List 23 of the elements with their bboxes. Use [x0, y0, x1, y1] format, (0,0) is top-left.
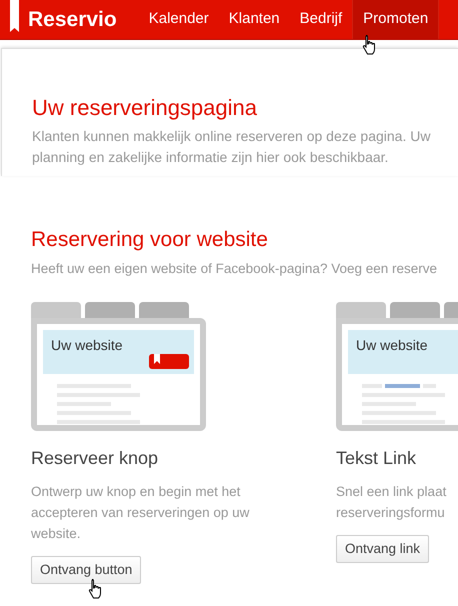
hand-cursor-icon [88, 578, 104, 600]
get-code-button[interactable]: Ontvang button [31, 556, 142, 584]
card-description: accepteren van reserveringen op uw [31, 504, 250, 522]
bookmark-logo-icon [10, 0, 19, 32]
card-description: Ontwerp uw knop en begin met het [31, 483, 242, 502]
nav-tab[interactable]: Bedrijf [290, 0, 352, 39]
page-title: Uw reserveringspagina [32, 94, 258, 122]
card-description: Snel een link plaat [336, 483, 446, 502]
card-title: Tekst Link [336, 447, 416, 470]
card-title: Reserveer knop [31, 447, 158, 470]
nav-tab[interactable]: Klanten [218, 0, 290, 39]
preview-label: Uw website [356, 337, 428, 354]
nav-tab[interactable]: Promoten [352, 0, 440, 39]
card-description: reserveringsformu [336, 504, 446, 522]
get-code-button[interactable]: Ontvang link [336, 535, 430, 564]
brand-logo: Reservio [28, 6, 117, 33]
preview-label: Uw website [51, 337, 123, 354]
nav-tab[interactable]: Kalender [138, 0, 219, 39]
bookmark-button-icon [149, 354, 189, 370]
card-description: website. [31, 525, 82, 544]
section-text: Heeft uw een eigen website of Facebook-pagina? Voeg een reserve [31, 260, 438, 278]
section-title: Reservering voor website [31, 227, 269, 253]
intro-text: Klanten kunnen makkelijk online reserveren op deze pagina. Uw planning en zakelijke informatie zijn hier ook beschikbaar. [32, 127, 432, 167]
